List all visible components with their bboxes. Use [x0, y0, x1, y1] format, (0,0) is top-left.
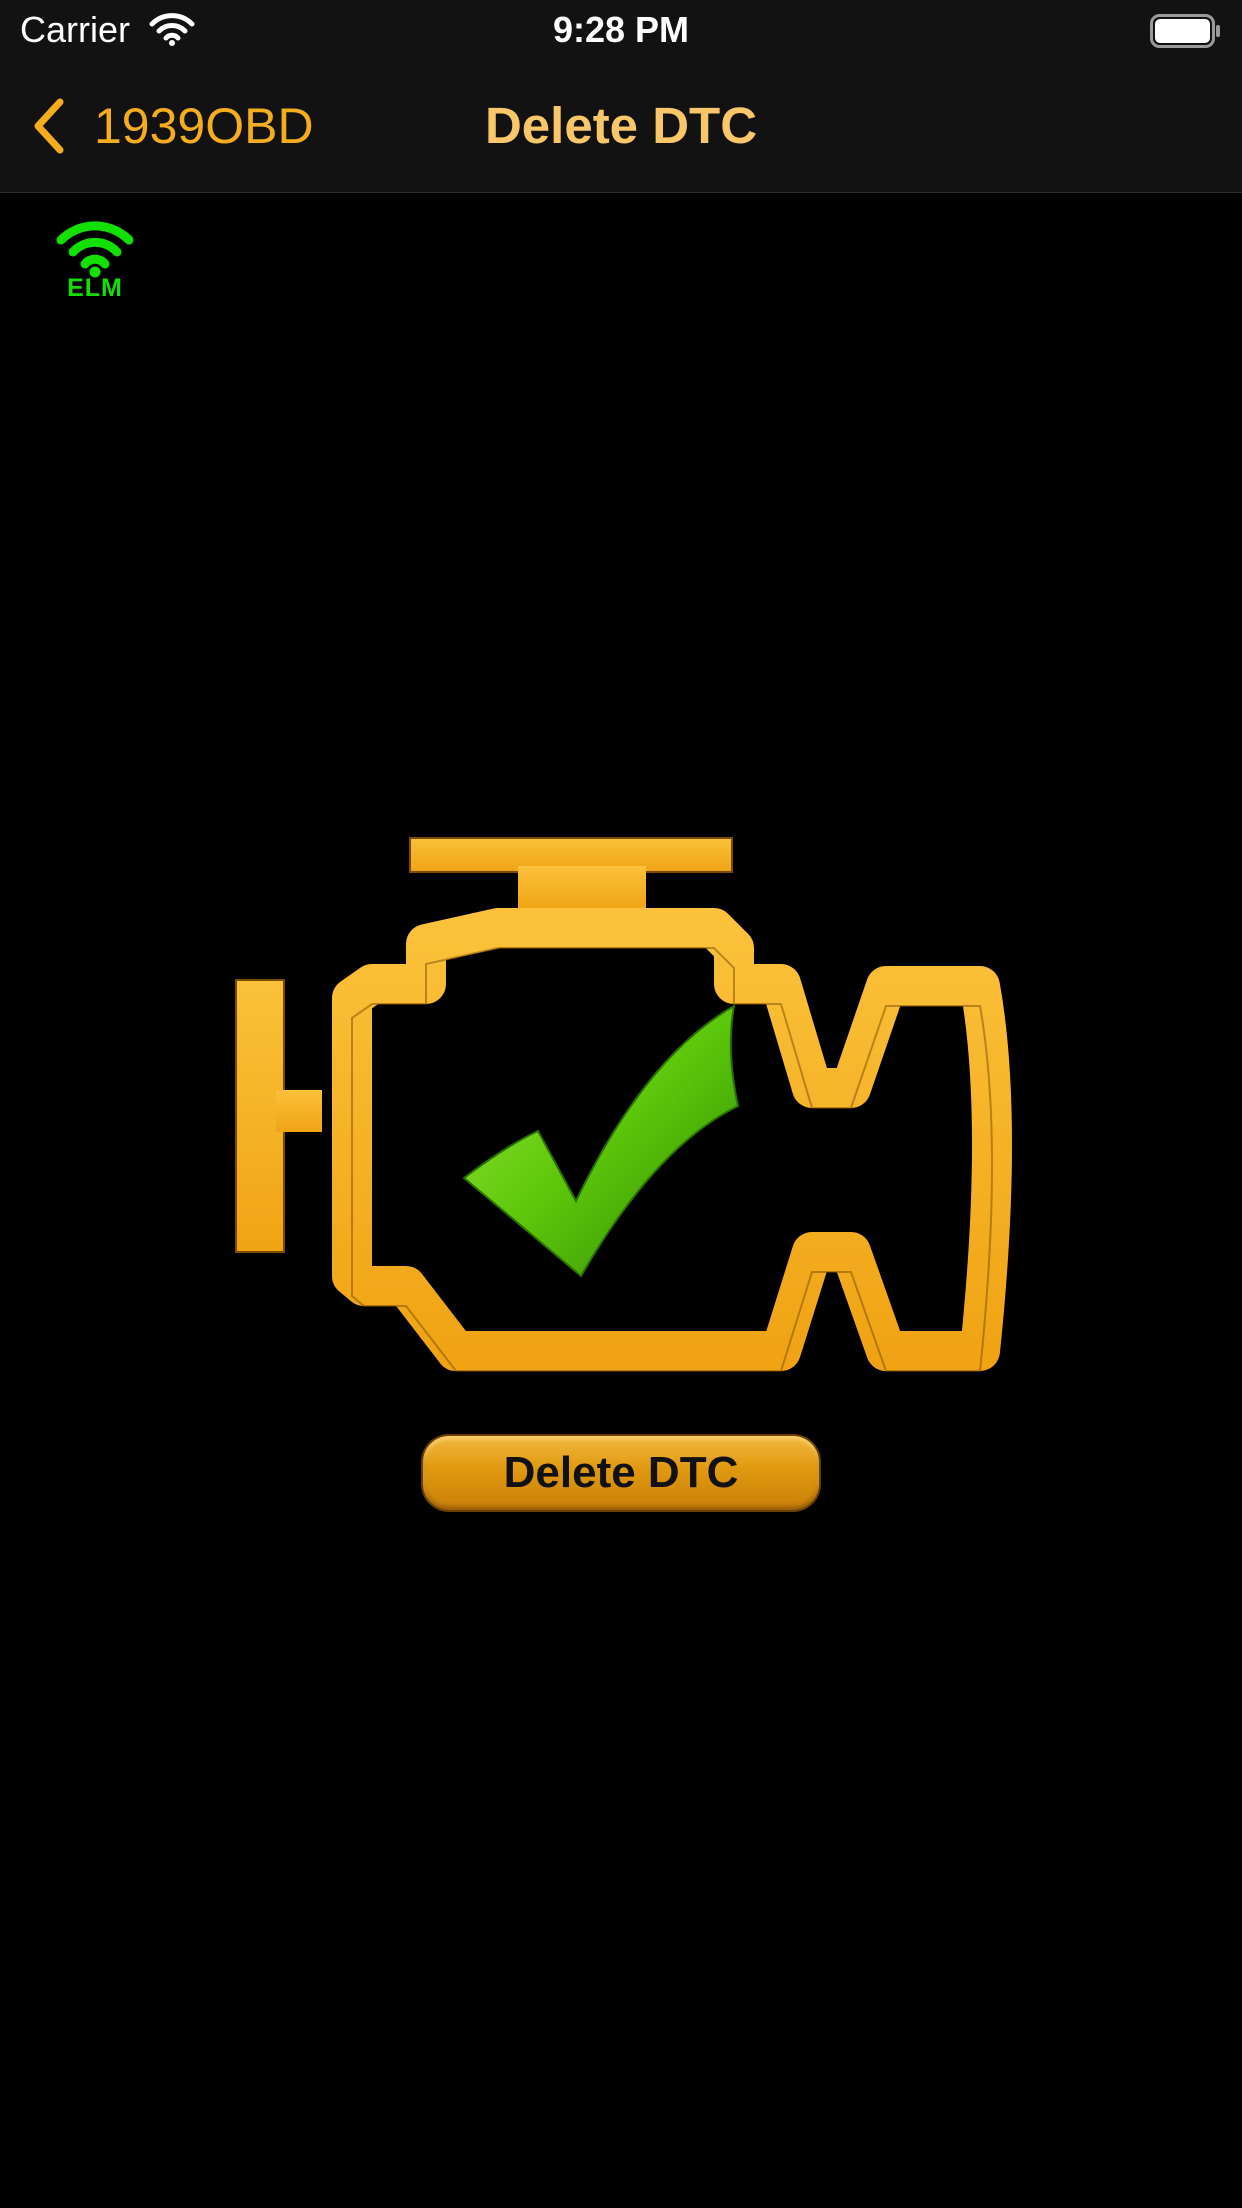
battery-icon — [1150, 14, 1220, 48]
check-mark — [462, 1004, 740, 1278]
navigation-bar: 1939OBD Delete DTC — [0, 60, 1242, 193]
engine-left-plug-link — [276, 1090, 322, 1132]
elm-label: ELM — [67, 274, 123, 302]
status-bar: Carrier 9:28 PM — [0, 0, 1242, 60]
check-engine-ok-icon — [235, 837, 1012, 1372]
wifi-icon — [56, 221, 134, 278]
delete-dtc-button[interactable]: Delete DTC — [423, 1436, 819, 1510]
delete-dtc-button-label: Delete DTC — [503, 1448, 739, 1497]
page-title: Delete DTC — [484, 97, 758, 154]
elm-connection-indicator[interactable]: ELM — [52, 214, 138, 304]
engine-neck — [518, 866, 646, 910]
clock: 9:28 PM — [552, 9, 690, 50]
